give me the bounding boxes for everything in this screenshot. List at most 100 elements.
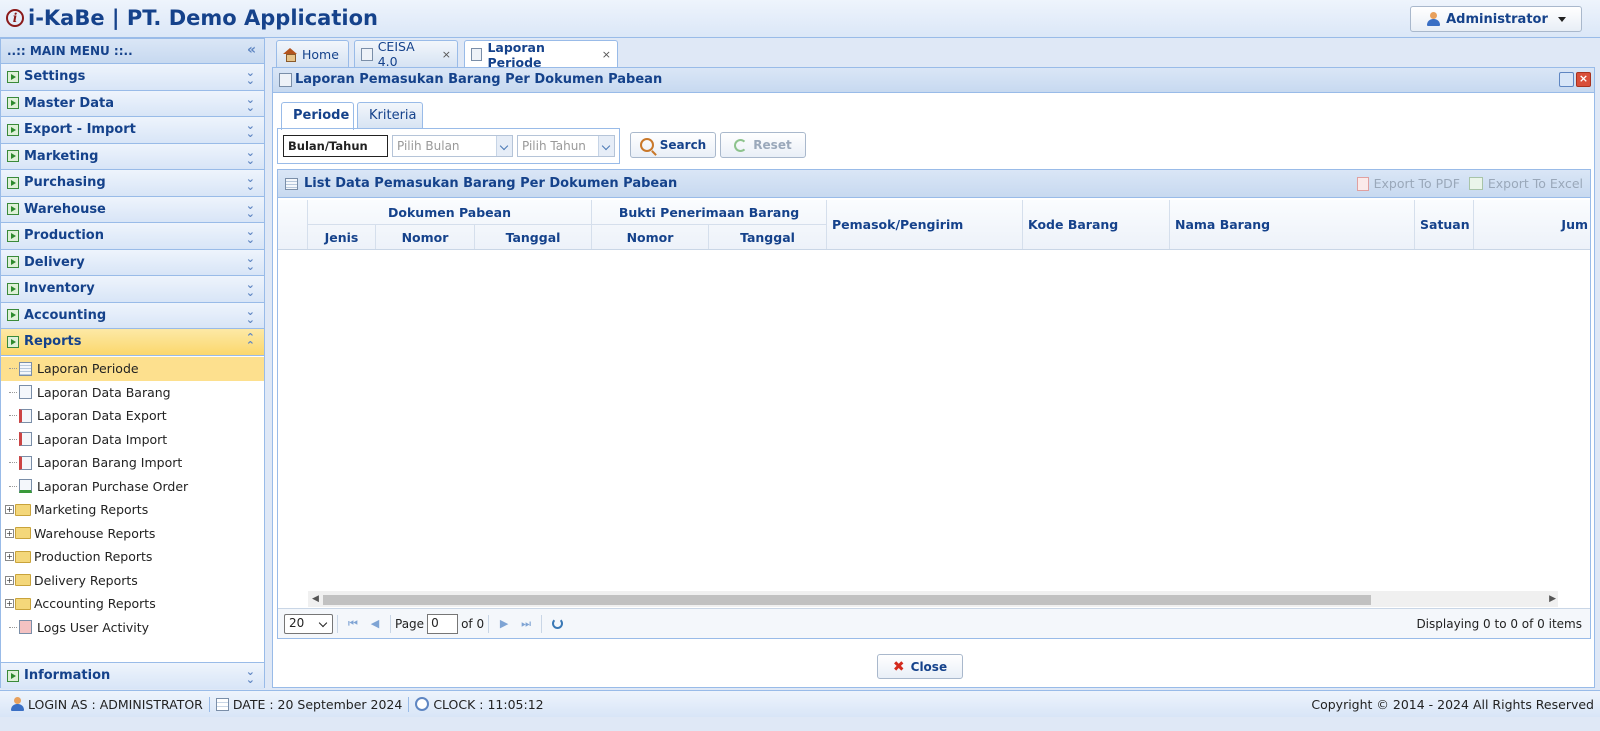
first-page-icon[interactable]: ⏮ [342,617,364,631]
folder-accounting-reports[interactable]: + Accounting Reports [1,592,264,616]
expand-plus-icon[interactable]: + [5,599,14,609]
tab-kriteria[interactable]: Kriteria [357,102,423,129]
user-icon [1426,12,1441,26]
col-satuan[interactable]: Satuan [1415,200,1474,249]
menu-settings[interactable]: Settings ⌄ ⌄ [1,64,264,91]
sub-logs-user-activity[interactable]: Logs User Activity [1,616,264,640]
pdf-icon [1356,176,1369,191]
col-nomor-dokumen[interactable]: Nomor [376,225,475,249]
sub-label: Logs User Activity [37,619,150,635]
menu-purchasing[interactable]: Purchasing ⌄ ⌄ [1,170,264,197]
tab-laporan-periode[interactable]: Laporan Periode × [464,40,618,70]
menu-accounting[interactable]: Accounting ⌄ ⌄ [1,302,264,329]
prev-page-icon[interactable]: ◀ [364,617,386,630]
user-menu-button[interactable]: Administrator [1410,6,1582,32]
col-jenis[interactable]: Jenis [308,225,376,249]
menu-label: Marketing [24,148,99,164]
folder-production-reports[interactable]: + Production Reports [1,545,264,569]
search-button[interactable]: Search [630,132,716,158]
page-size-select[interactable]: 20 [284,613,333,634]
menu-reports[interactable]: Reports ⌃ ⌃ [1,329,264,356]
expand-plus-icon[interactable]: + [5,505,14,515]
tab-home[interactable]: Home [276,40,349,67]
expand-icon: ⌄ ⌄ [245,225,255,246]
folder-delivery-reports[interactable]: + Delivery Reports [1,569,264,593]
scroll-left-icon[interactable]: ◀ [312,594,319,604]
expand-plus-icon[interactable]: + [5,575,14,585]
sub-laporan-data-export[interactable]: Laporan Data Export [1,404,264,428]
menu-label: Reports [24,334,82,350]
expand-plus-icon[interactable]: + [5,528,14,538]
tab-label: Home [302,46,339,62]
menu-arrow-icon [7,229,19,242]
collapse-sidebar-icon[interactable]: « [247,42,256,58]
menu-arrow-icon [7,282,19,295]
horizontal-scrollbar[interactable]: ◀ ▶ [308,591,1558,607]
menu-information[interactable]: Information ⌄ ⌄ [1,662,264,689]
restore-window-icon[interactable] [1559,72,1574,87]
close-tab-icon[interactable]: × [442,48,451,61]
reset-button[interactable]: Reset [720,132,806,158]
chevron-down-icon [496,136,512,156]
export-pdf-label: Export To PDF [1373,176,1460,191]
bottom-strip [0,717,1600,731]
col-nama-barang[interactable]: Nama Barang [1170,200,1415,249]
data-grid: List Data Pemasukan Barang Per Dokumen P… [277,169,1591,639]
menu-label: Information [24,668,111,684]
column-headers: Dokumen Pabean Bukti Penerimaan Barang J… [278,200,1590,250]
close-window-icon[interactable]: × [1576,72,1591,87]
scroll-right-icon[interactable]: ▶ [1549,594,1556,604]
menu-production[interactable]: Production ⌄ ⌄ [1,223,264,250]
tab-label: CEISA 4.0 [377,39,415,69]
menu-inventory[interactable]: Inventory ⌄ ⌄ [1,276,264,303]
expand-icon: ⌄ ⌄ [245,665,255,686]
tab-ceisa[interactable]: CEISA 4.0 × [354,39,458,69]
sub-laporan-data-import[interactable]: Laporan Data Import [1,428,264,452]
close-button[interactable]: ✖ Close [877,654,963,679]
menu-delivery[interactable]: Delivery ⌄ ⌄ [1,249,264,276]
tab-periode[interactable]: Periode [281,102,354,130]
folder-label: Warehouse Reports [34,525,156,541]
menu-master-data[interactable]: Master Data ⌄ ⌄ [1,90,264,117]
tree-connector [9,462,17,464]
caret-down-icon [1557,16,1566,22]
folder-icon [15,574,31,587]
sub-laporan-purchase-order[interactable]: Laporan Purchase Order [1,475,264,499]
copyright-text: Copyright © 2014 - 2024 All Rights Reser… [1311,697,1594,712]
year-select[interactable]: Pilih Tahun [517,135,615,157]
col-tanggal-bukti[interactable]: Tanggal [709,225,827,249]
col-jumlah[interactable]: Jum [1474,200,1590,249]
menu-marketing[interactable]: Marketing ⌄ ⌄ [1,143,264,170]
menu-export-import[interactable]: Export - Import ⌄ ⌄ [1,117,264,144]
calendar-icon [215,697,229,711]
export-excel-button[interactable]: Export To Excel [1468,176,1583,191]
col-nomor-bukti[interactable]: Nomor [592,225,709,249]
expand-plus-icon[interactable]: + [5,552,14,562]
close-tab-icon[interactable]: × [602,48,611,61]
pager-separator [541,614,543,633]
grid-title: List Data Pemasukan Barang Per Dokumen P… [304,176,678,191]
menu-label: Delivery [24,254,85,270]
folder-label: Delivery Reports [34,572,138,588]
date-status: DATE : 20 September 2024 [215,696,410,712]
export-pdf-button[interactable]: Export To PDF [1356,176,1460,191]
main-tabbar: Home CEISA 4.0 × Laporan Periode × [270,38,1596,70]
folder-warehouse-reports[interactable]: + Warehouse Reports [1,522,264,546]
last-page-icon[interactable]: ⏭ [515,617,537,631]
expand-icon: ⌄ ⌄ [245,66,255,87]
col-tanggal-dokumen[interactable]: Tanggal [475,225,592,249]
col-kode-barang[interactable]: Kode Barang [1023,200,1170,249]
sub-laporan-periode[interactable]: Laporan Periode [1,357,264,381]
calendar-icon [19,361,32,376]
refresh-icon[interactable] [552,618,564,629]
folder-label: Production Reports [34,549,153,565]
next-page-icon[interactable]: ▶ [493,617,515,630]
folder-marketing-reports[interactable]: + Marketing Reports [1,498,264,522]
menu-warehouse[interactable]: Warehouse ⌄ ⌄ [1,196,264,223]
sub-laporan-barang-import[interactable]: Laporan Barang Import [1,451,264,475]
month-select[interactable]: Pilih Bulan [392,135,513,157]
page-number-input[interactable]: 0 [427,613,459,634]
col-pemasok[interactable]: Pemasok/Pengirim [827,200,1023,249]
scroll-thumb[interactable] [323,595,1371,605]
sub-laporan-data-barang[interactable]: Laporan Data Barang [1,381,264,405]
